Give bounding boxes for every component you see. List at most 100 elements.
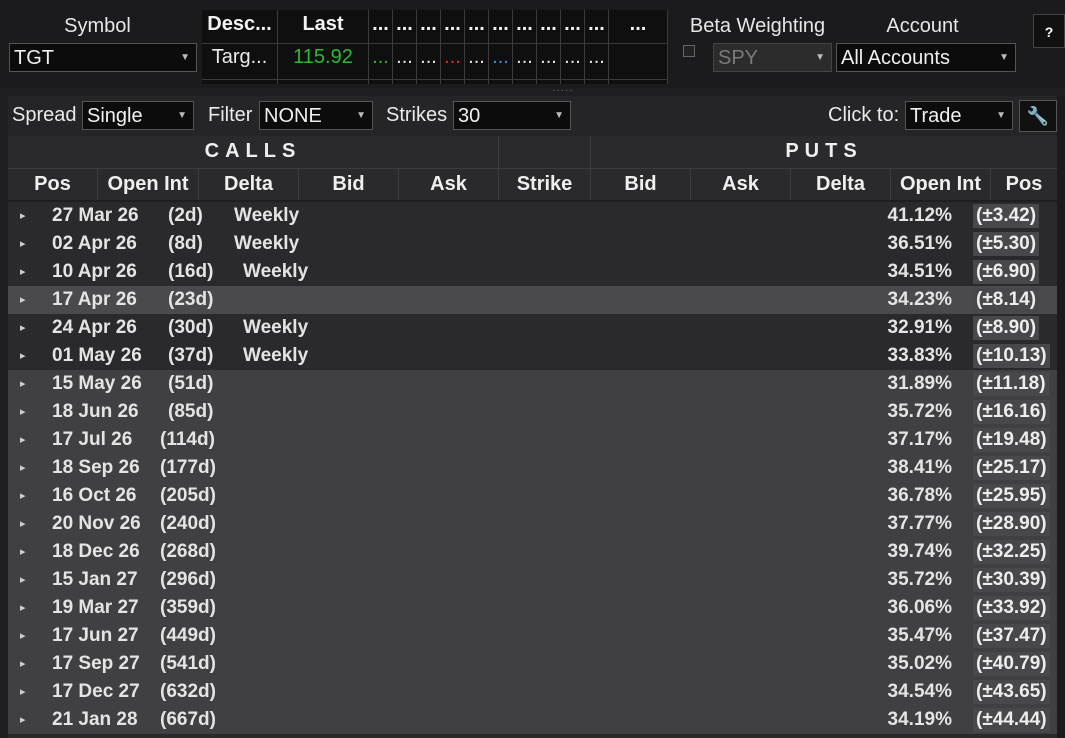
quote-column-header: ... — [420, 13, 437, 35]
expand-arrow-icon[interactable]: ▸ — [20, 538, 26, 566]
table-row[interactable]: ▸ 17 Dec 27 (632d) 34.54% (±43.65) — [8, 678, 1057, 706]
column-header-delta[interactable]: Delta — [791, 169, 891, 200]
quote-column[interactable]: ...... — [537, 10, 561, 84]
table-row[interactable]: ▸ 18 Dec 26 (268d) 39.74% (±32.25) — [8, 538, 1057, 566]
quote-column[interactable]: ...... — [585, 10, 609, 84]
expected-move-badge: (±10.13) — [973, 344, 1050, 368]
quote-column-value: ... — [420, 46, 437, 68]
expand-arrow-icon[interactable]: ▸ — [20, 426, 26, 454]
expiration-date: 10 Apr 26 — [52, 261, 137, 282]
table-row[interactable]: ▸ 17 Jun 27 (449d) 35.47% (±37.47) — [8, 622, 1057, 650]
table-row[interactable]: ▸ 16 Oct 26 (205d) 36.78% (±25.95) — [8, 482, 1057, 510]
quote-column[interactable]: ... — [609, 10, 668, 84]
table-row[interactable]: ▸ 15 Jan 27 (296d) 35.72% (±30.39) — [8, 566, 1057, 594]
table-row[interactable]: ▸ 20 Nov 26 (240d) 37.77% (±28.90) — [8, 510, 1057, 538]
quote-last-col[interactable]: Last 115.92 — [278, 10, 369, 84]
expand-arrow-icon[interactable]: ▸ — [20, 258, 26, 286]
expand-arrow-icon[interactable]: ▸ — [20, 342, 26, 370]
quote-column-value: ... — [372, 46, 389, 68]
symbol-value: TGT — [14, 47, 54, 69]
column-header-bid[interactable]: Bid — [591, 169, 691, 200]
chevron-down-icon[interactable]: ▼ — [356, 102, 366, 129]
account-select[interactable]: All Accounts ▼ — [836, 43, 1016, 72]
quote-column[interactable]: ...... — [513, 10, 537, 84]
expand-arrow-icon[interactable]: ▸ — [20, 482, 26, 510]
expand-arrow-icon[interactable]: ▸ — [20, 286, 26, 314]
expand-arrow-icon[interactable]: ▸ — [20, 398, 26, 426]
table-row[interactable]: ▸ 10 Apr 26 (16d) Weekly 34.51% (±6.90) — [8, 258, 1057, 286]
expand-arrow-icon[interactable]: ▸ — [20, 454, 26, 482]
quote-column[interactable]: ...... — [561, 10, 585, 84]
table-row[interactable]: ▸ 17 Jul 26 (114d) 37.17% (±19.48) — [8, 426, 1057, 454]
days-to-expiration: (37d) — [168, 345, 214, 366]
click-to-label: Click to: — [828, 104, 900, 126]
spread-select[interactable]: Single ▼ — [82, 101, 194, 130]
symbol-input[interactable]: TGT ▼ — [9, 43, 197, 72]
column-header-open-int[interactable]: Open Int — [98, 169, 199, 200]
implied-volatility: 35.72% — [887, 401, 952, 422]
quote-column-value: ... — [588, 46, 605, 68]
column-header-bid[interactable]: Bid — [299, 169, 399, 200]
chevron-down-icon[interactable]: ▼ — [554, 102, 564, 129]
quote-column[interactable]: ...... — [369, 10, 393, 84]
implied-volatility: 36.78% — [887, 485, 952, 506]
table-row[interactable]: ▸ 19 Mar 27 (359d) 36.06% (±33.92) — [8, 594, 1057, 622]
column-header-delta[interactable]: Delta — [199, 169, 299, 200]
chevron-down-icon[interactable]: ▼ — [815, 44, 825, 71]
expiration-date: 21 Jan 28 — [52, 709, 138, 730]
column-header-ask[interactable]: Ask — [399, 169, 499, 200]
days-to-expiration: (85d) — [168, 401, 214, 422]
expand-arrow-icon[interactable]: ▸ — [20, 510, 26, 538]
table-row[interactable]: ▸ 24 Apr 26 (30d) Weekly 32.91% (±8.90) — [8, 314, 1057, 342]
expiration-date: 18 Dec 26 — [52, 541, 140, 562]
resize-grip-icon[interactable]: ····· — [552, 86, 573, 96]
expand-arrow-icon[interactable]: ▸ — [20, 706, 26, 734]
expected-move-badge: (±40.79) — [973, 652, 1050, 676]
table-row[interactable]: ▸ 18 Jun 26 (85d) 35.72% (±16.16) — [8, 398, 1057, 426]
table-row[interactable]: ▸ 21 Jan 28 (667d) 34.19% (±44.44) — [8, 706, 1057, 734]
table-row[interactable]: ▸ 01 May 26 (37d) Weekly 33.83% (±10.13) — [8, 342, 1057, 370]
table-row[interactable]: ▸ 18 Sep 26 (177d) 38.41% (±25.17) — [8, 454, 1057, 482]
table-row[interactable]: ▸ 02 Apr 26 (8d) Weekly 36.51% (±5.30) — [8, 230, 1057, 258]
click-to-select[interactable]: Trade ▼ — [905, 101, 1013, 130]
implied-volatility: 32.91% — [887, 317, 952, 338]
column-header-strike[interactable]: Strike — [499, 169, 591, 200]
expand-arrow-icon[interactable]: ▸ — [20, 650, 26, 678]
filter-select[interactable]: NONE ▼ — [259, 101, 373, 130]
column-header-ask[interactable]: Ask — [691, 169, 791, 200]
expand-arrow-icon[interactable]: ▸ — [20, 566, 26, 594]
chevron-down-icon[interactable]: ▼ — [996, 102, 1006, 129]
beta-weighting-checkbox[interactable] — [683, 45, 695, 57]
strikes-select[interactable]: 30 ▼ — [453, 101, 571, 130]
implied-volatility: 37.17% — [887, 429, 952, 450]
wrench-icon[interactable]: 🔧 — [1019, 100, 1057, 132]
table-row[interactable]: ▸ 17 Apr 26 (23d) 34.23% (±8.14) — [8, 286, 1057, 314]
chevron-down-icon[interactable]: ▼ — [180, 44, 190, 71]
quote-column[interactable]: ...... — [465, 10, 489, 84]
expand-arrow-icon[interactable]: ▸ — [20, 370, 26, 398]
beta-symbol-input[interactable]: SPY ▼ — [713, 43, 832, 72]
quote-column[interactable]: ...... — [393, 10, 417, 84]
column-header-pos[interactable]: Pos — [8, 169, 98, 200]
expand-arrow-icon[interactable]: ▸ — [20, 594, 26, 622]
quote-column[interactable]: ...... — [489, 10, 513, 84]
column-header-pos[interactable]: Pos — [991, 169, 1057, 200]
quote-column[interactable]: ...... — [417, 10, 441, 84]
expand-arrow-icon[interactable]: ▸ — [20, 314, 26, 342]
days-to-expiration: (667d) — [160, 709, 216, 730]
column-header-open-int[interactable]: Open Int — [891, 169, 991, 200]
quote-column[interactable]: ...... — [441, 10, 465, 84]
quote-desc-col[interactable]: Desc... Targ... — [202, 10, 278, 84]
table-row[interactable]: ▸ 15 May 26 (51d) 31.89% (±11.18) — [8, 370, 1057, 398]
table-row[interactable]: ▸ 17 Sep 27 (541d) 35.02% (±40.79) — [8, 650, 1057, 678]
expand-arrow-icon[interactable]: ▸ — [20, 202, 26, 230]
table-row[interactable]: ▸ 27 Mar 26 (2d) Weekly 41.12% (±3.42) — [8, 202, 1057, 230]
chevron-down-icon[interactable]: ▼ — [177, 102, 187, 129]
scrollbar[interactable] — [1057, 96, 1065, 738]
help-button[interactable]: ? — [1033, 14, 1065, 48]
quote-column-value: ... — [444, 46, 461, 68]
expand-arrow-icon[interactable]: ▸ — [20, 678, 26, 706]
chevron-down-icon[interactable]: ▼ — [999, 44, 1009, 71]
expand-arrow-icon[interactable]: ▸ — [20, 622, 26, 650]
expand-arrow-icon[interactable]: ▸ — [20, 230, 26, 258]
